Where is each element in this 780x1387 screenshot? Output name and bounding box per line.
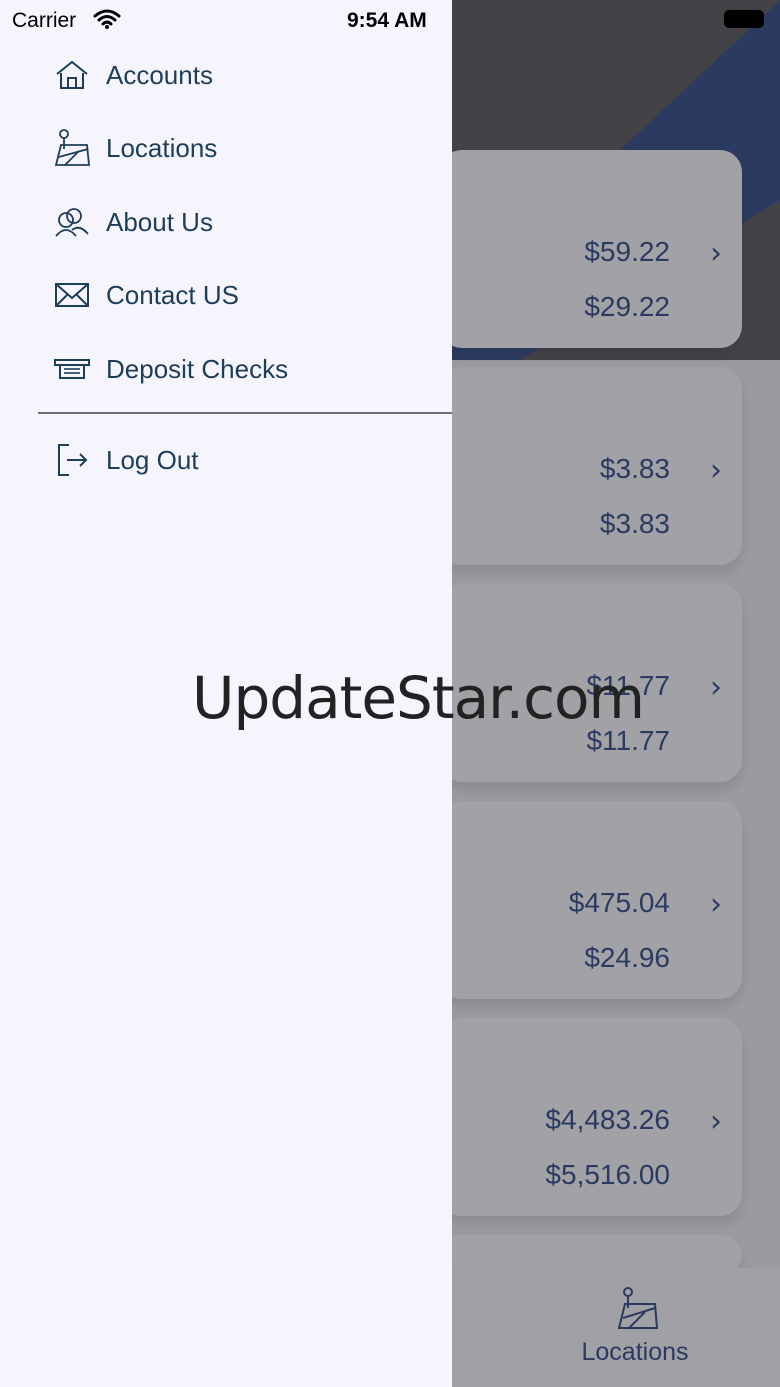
menu-item-label: Locations — [106, 132, 218, 163]
menu-item-contact-us[interactable]: Contact US — [52, 271, 442, 319]
menu-divider — [38, 412, 452, 414]
menu-item-label: About Us — [106, 206, 213, 237]
menu-item-log-out[interactable]: Log Out — [52, 436, 442, 484]
envelope-icon — [52, 275, 92, 315]
menu-item-label: Deposit Checks — [106, 353, 289, 384]
menu-item-deposit-checks[interactable]: Deposit Checks — [52, 345, 442, 393]
status-bar: Carrier 9:54 AM — [0, 0, 452, 40]
menu-item-about-us[interactable]: About Us — [52, 198, 442, 246]
check-deposit-icon — [52, 349, 92, 389]
menu-item-label: Contact US — [106, 279, 239, 310]
menu-item-label: Accounts — [106, 59, 213, 90]
logout-icon — [52, 440, 92, 480]
menu-item-locations[interactable]: Locations — [52, 124, 442, 172]
menu-item-accounts[interactable]: Accounts — [52, 51, 442, 99]
watermark: UpdateStar.com — [192, 664, 645, 732]
home-icon — [52, 55, 92, 95]
wifi-icon — [93, 8, 121, 36]
map-pin-icon — [52, 128, 92, 168]
battery-icon — [724, 10, 764, 28]
people-icon — [52, 202, 92, 242]
carrier-label: Carrier — [12, 9, 77, 32]
clock-label: 9:54 AM — [347, 9, 427, 32]
menu-item-label: Log Out — [106, 444, 199, 475]
